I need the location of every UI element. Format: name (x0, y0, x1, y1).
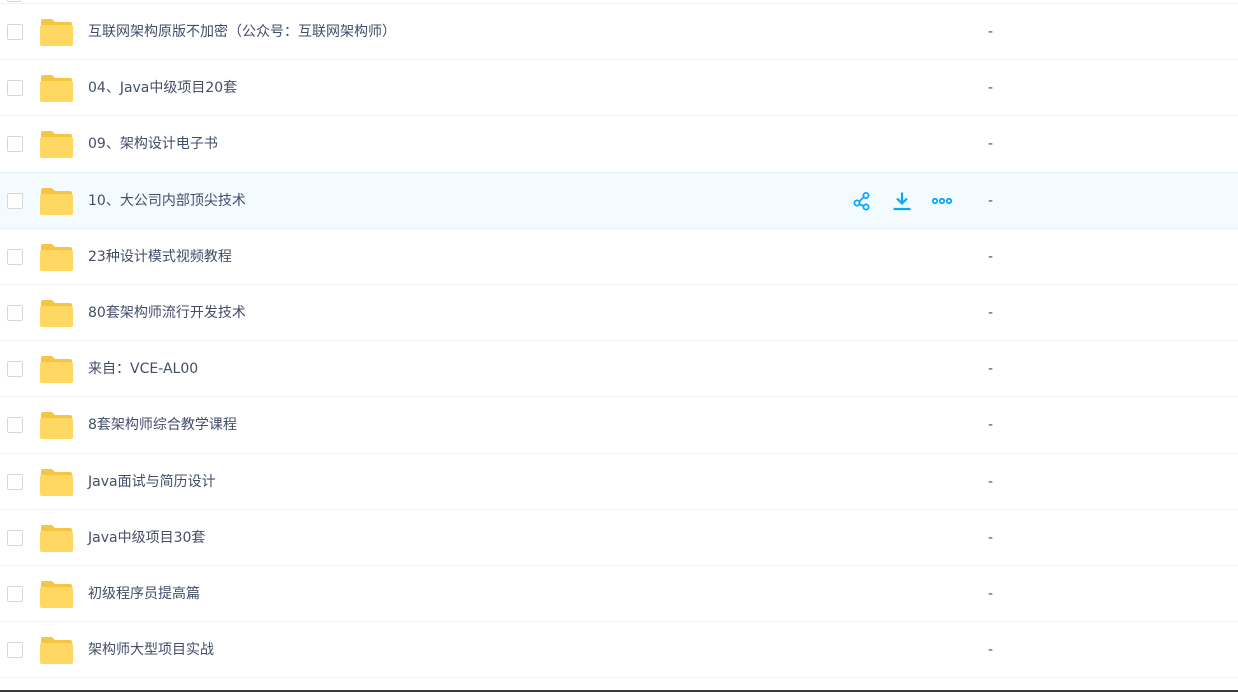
row-checkbox[interactable] (7, 192, 23, 209)
folder-icon (39, 242, 74, 272)
folder-icon (39, 129, 74, 159)
file-name-link[interactable]: 8套架构师综合教学课程 (88, 397, 237, 453)
file-size: - (988, 417, 994, 434)
file-row[interactable]: Java面试与简历设计 - (0, 454, 1238, 510)
row-checkbox[interactable] (7, 248, 23, 265)
file-name-link[interactable]: 80套架构师流行开发技术 (88, 285, 246, 341)
file-name-link[interactable]: 04、Java中级项目20套 (88, 60, 237, 116)
bottom-edge-line (0, 690, 1238, 692)
more-icon[interactable] (930, 189, 954, 213)
file-list: 互联网架构原版不加密（公众号：互联网架构师） - 04、Java中级项目20套 - … (0, 0, 1238, 679)
file-name-link[interactable]: Java中级项目30套 (88, 510, 205, 566)
file-row[interactable]: 初级程序员提高篇 - (0, 566, 1238, 623)
file-size: - (988, 24, 994, 40)
file-size: - (988, 192, 994, 209)
file-size: - (988, 304, 994, 321)
folder-icon (39, 410, 74, 440)
row-checkbox[interactable] (7, 642, 23, 659)
file-row[interactable]: 23种设计模式视频教程 - (0, 229, 1238, 285)
folder-icon (39, 354, 74, 384)
file-size: - (988, 80, 994, 97)
row-checkbox[interactable] (7, 0, 21, 2)
row-checkbox[interactable] (7, 585, 23, 602)
file-name-link[interactable]: 23种设计模式视频教程 (88, 229, 232, 285)
row-checkbox[interactable] (7, 473, 23, 490)
file-name-link[interactable]: 互联网架构原版不加密（公众号：互联网架构师） (88, 4, 396, 60)
file-name-link[interactable]: Java面试与简历设计 (88, 454, 216, 510)
file-size: - (988, 585, 994, 602)
row-checkbox[interactable] (7, 417, 23, 434)
file-name-link[interactable]: 09、架构设计电子书 (88, 116, 218, 172)
file-size: - (988, 361, 994, 378)
row-checkbox[interactable] (7, 304, 23, 321)
file-row[interactable]: 09、架构设计电子书 - (0, 116, 1238, 173)
folder-icon (39, 186, 74, 216)
row-checkbox[interactable] (7, 24, 23, 40)
file-name-link[interactable]: 初级程序员提高篇 (88, 566, 200, 622)
download-icon[interactable] (890, 189, 914, 213)
folder-icon (39, 579, 74, 609)
file-row[interactable]: 架构师大型项目实战 - (0, 622, 1238, 679)
file-row[interactable]: 8套架构师综合教学课程 - (0, 397, 1238, 454)
file-row[interactable]: Java中级项目30套 - (0, 510, 1238, 566)
row-checkbox[interactable] (7, 136, 23, 153)
folder-icon (39, 17, 74, 47)
file-name-link[interactable]: 架构师大型项目实战 (88, 622, 214, 678)
file-name-link[interactable]: 来自：VCE-AL00 (88, 341, 198, 397)
file-row[interactable]: 04、Java中级项目20套 - (0, 60, 1238, 117)
row-checkbox[interactable] (7, 361, 23, 378)
file-row[interactable]: 80套架构师流行开发技术 - (0, 285, 1238, 342)
folder-icon (39, 523, 74, 553)
folder-icon (39, 467, 74, 497)
file-size: - (988, 136, 994, 153)
file-size: - (988, 642, 994, 659)
row-checkbox[interactable] (7, 529, 23, 546)
folder-icon (39, 298, 74, 328)
row-actions (850, 189, 954, 213)
file-row[interactable]: 来自：VCE-AL00 - (0, 341, 1238, 398)
folder-icon (39, 635, 74, 665)
file-row[interactable]: 互联网架构原版不加密（公众号：互联网架构师） - (0, 4, 1238, 61)
file-row[interactable]: 10、大公司内部顶尖技术 - (0, 171, 1238, 229)
row-checkbox[interactable] (7, 80, 23, 97)
file-size: - (988, 248, 994, 265)
file-name-link[interactable]: 10、大公司内部顶尖技术 (88, 173, 246, 229)
file-size: - (988, 529, 994, 546)
folder-icon (39, 73, 74, 103)
share-icon[interactable] (850, 189, 874, 213)
file-size: - (988, 473, 994, 490)
